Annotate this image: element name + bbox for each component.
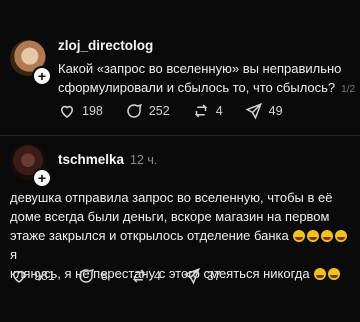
follow-plus-icon[interactable]: +	[32, 66, 52, 86]
post-text: Какой «запрос во вселенную» вы неправиль…	[58, 59, 355, 99]
comment-icon	[79, 268, 94, 283]
share-count: 49	[268, 104, 283, 118]
share-count: 37	[206, 269, 221, 283]
like-count: 198	[82, 104, 103, 118]
post-actions: 198 252 4 49	[58, 102, 305, 120]
comment-button[interactable]: 252	[125, 102, 170, 120]
repost-button[interactable]: 4	[192, 102, 223, 120]
like-button[interactable]: 198	[58, 102, 103, 120]
post-text-segment: этаже закрылся и открылось отделение бан…	[10, 228, 289, 243]
laughing-emoji-icon	[321, 230, 334, 242]
heart-icon	[12, 270, 26, 283]
laughing-emoji-icon	[335, 230, 348, 242]
heart-icon	[60, 105, 74, 118]
post-time: 12 ч.	[130, 153, 158, 167]
post-text-line: Какой «запрос во вселенную» вы неправиль…	[58, 61, 342, 76]
post-username-text: tschmelka	[58, 152, 125, 167]
page-indicator: 1/2	[341, 84, 356, 95]
share-button[interactable]: 37	[183, 267, 221, 285]
laughing-emoji-icon	[293, 230, 306, 242]
follow-plus-icon[interactable]: +	[32, 168, 52, 188]
repost-count: 4	[153, 269, 161, 283]
post-2: + tschmelka 12 ч. девушка отправила запро…	[0, 136, 360, 322]
like-count: 981	[34, 269, 55, 283]
post-text-line: сформулировали и сбылось то, что сбылось…	[58, 78, 355, 99]
send-icon	[245, 102, 262, 120]
comment-button[interactable]: 8	[77, 267, 108, 285]
laughing-emoji-icon	[307, 230, 320, 242]
post-text-line: девушка отправила запрос во вселенную, ч…	[10, 190, 333, 205]
like-button[interactable]: 981	[10, 267, 55, 285]
post-username[interactable]: tschmelka 12 ч.	[58, 152, 157, 167]
post-1: + zloj_directolog Какой «запрос во вселе…	[0, 0, 360, 135]
post-text-line: доме всегда были деньги, вскоре магазин …	[10, 209, 330, 224]
post-actions: 981 8 4 37	[10, 267, 243, 285]
comment-count: 252	[148, 104, 170, 118]
send-icon	[183, 267, 200, 285]
post-text-segment: я	[10, 247, 18, 262]
comment-icon	[127, 103, 142, 118]
repost-button[interactable]: 4	[130, 267, 161, 285]
post-text-line: этаже закрылся и открылось отделение бан…	[10, 226, 355, 264]
repost-icon	[194, 104, 208, 118]
post-text-segment: сформулировали и сбылось то, что сбылось…	[58, 80, 336, 95]
share-button[interactable]: 49	[245, 102, 283, 120]
repost-count: 4	[215, 104, 223, 118]
post-username[interactable]: zloj_directolog	[58, 38, 153, 53]
comment-count: 8	[100, 269, 108, 283]
laughing-emoji-icon	[314, 268, 327, 280]
repost-icon	[132, 269, 146, 283]
laughing-emoji-icon	[328, 268, 341, 280]
